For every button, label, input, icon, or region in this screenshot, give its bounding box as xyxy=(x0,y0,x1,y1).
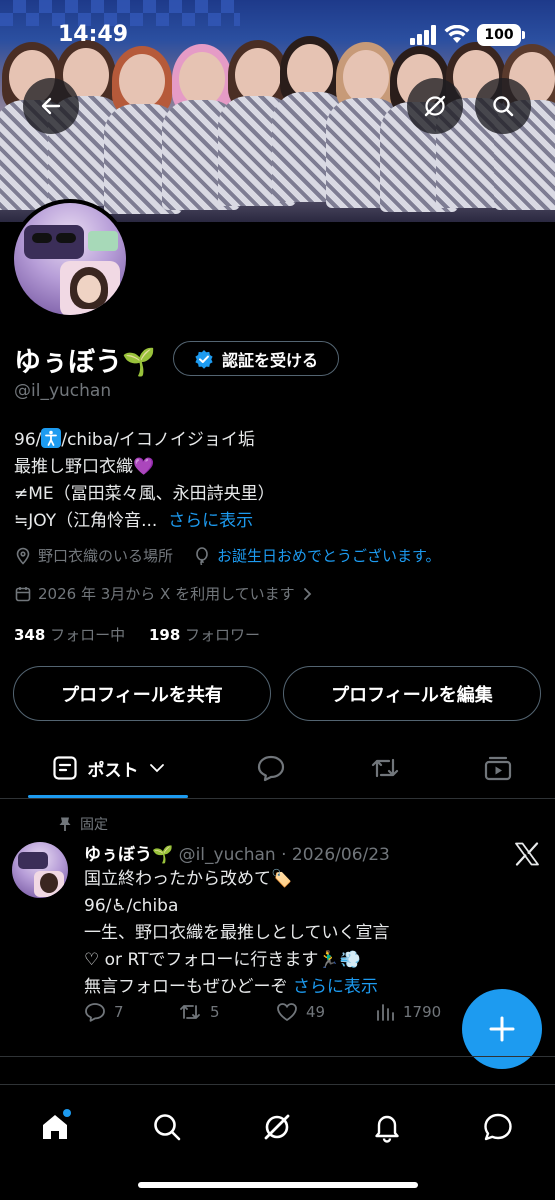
bio-line: ≠ME（冨田菜々風、永田詩央里） xyxy=(14,484,275,504)
chat-bubble-icon xyxy=(484,1113,512,1141)
grok-button[interactable] xyxy=(407,78,463,134)
bio-line: ≒JOY（江角怜音... さらに表示 xyxy=(14,511,254,531)
post-text: 国立終わったから改めて🏷️ 96/♿/chiba 一生、野口衣織を最推しとしてい… xyxy=(84,866,504,1001)
reply-icon xyxy=(85,1003,105,1022)
bell-icon xyxy=(375,1115,399,1143)
post-line: 一生、野口衣織を最推しとしていく宣言 xyxy=(84,923,390,943)
grok-icon xyxy=(264,1114,290,1140)
calendar-icon xyxy=(15,586,31,601)
post-line: 国立終わったから改めて🏷️ xyxy=(84,869,293,889)
media-icon xyxy=(484,756,512,781)
status-bar: 14:49 100 xyxy=(0,0,555,70)
nav-home[interactable] xyxy=(27,1099,83,1155)
accessibility-icon xyxy=(41,428,62,448)
wifi-icon xyxy=(444,25,470,43)
battery-indicator: 100 xyxy=(477,24,525,46)
reply-bubble-icon xyxy=(257,755,285,782)
nav-grok[interactable] xyxy=(249,1099,305,1155)
tab-posts-label: ポスト xyxy=(87,760,139,781)
pinned-indicator: 固定 xyxy=(58,814,108,834)
profile-location: 野口衣織のいる場所 xyxy=(38,547,174,565)
verified-badge-icon xyxy=(195,349,213,369)
location-pin-icon xyxy=(16,547,30,565)
repost-icon xyxy=(371,758,399,778)
x-logo-icon[interactable] xyxy=(514,842,540,866)
bio-line: 最推し野口衣織💜 xyxy=(14,457,155,477)
profile-tabs: ポスト xyxy=(0,740,555,798)
home-indicator xyxy=(138,1182,418,1188)
chevron-right-icon xyxy=(303,587,311,600)
nav-notifications[interactable] xyxy=(359,1099,415,1155)
tab-posts[interactable]: ポスト xyxy=(28,740,188,796)
post-line: 96/♿/chiba xyxy=(84,896,179,916)
reply-count: 7 xyxy=(114,1003,124,1021)
tabs-divider xyxy=(0,798,555,799)
profile-avatar[interactable] xyxy=(10,199,130,319)
following-link[interactable]: 348 フォロー中 xyxy=(14,626,125,644)
post-author-avatar[interactable] xyxy=(12,842,68,898)
post-header: ゆぅぼう🌱 @il_yuchan · 2026/06/23 xyxy=(84,840,390,865)
nav-search[interactable] xyxy=(139,1099,195,1155)
back-button[interactable] xyxy=(23,78,79,134)
post-actions: 7 5 49 1790 xyxy=(84,1002,464,1030)
reply-button[interactable]: 7 xyxy=(84,1002,124,1022)
balloon-icon xyxy=(196,546,208,565)
tab-replies[interactable] xyxy=(243,740,299,796)
search-icon xyxy=(154,1114,181,1141)
search-icon xyxy=(493,96,514,117)
compose-post-button[interactable] xyxy=(462,989,542,1069)
profile-birthday[interactable]: お誕生日おめでとうございます。 xyxy=(217,545,441,566)
avatar-image xyxy=(14,203,126,315)
profile-bio: 96//chiba/イコノイジョイ垢 最推し野口衣織💜 ≠ME（冨田菜々風、永田… xyxy=(14,427,534,535)
post-author-name[interactable]: ゆぅぼう🌱 xyxy=(84,845,173,865)
status-time: 14:49 xyxy=(58,22,129,47)
post-show-more-link[interactable]: さらに表示 xyxy=(293,977,378,997)
like-button[interactable]: 49 xyxy=(276,1002,325,1022)
heart-icon xyxy=(277,1003,297,1021)
like-count: 49 xyxy=(306,1003,326,1021)
post-handle-date: @il_yuchan · 2026/06/23 xyxy=(178,845,390,865)
post-line: 無言フォローもぜひどーぞ さらに表示 xyxy=(84,977,378,997)
view-count: 1790 xyxy=(403,1003,442,1021)
chevron-down-icon xyxy=(149,764,164,773)
views-button[interactable]: 1790 xyxy=(375,1002,441,1022)
pin-icon xyxy=(59,817,71,831)
post-line: ♡ or RTでフォローに行きます🏃‍♂️💨 xyxy=(84,950,361,970)
analytics-icon xyxy=(377,1004,394,1021)
follow-counts: 348 フォロー中 198 フォロワー xyxy=(14,624,260,645)
bio-line: 96//chiba/イコノイジョイ垢 xyxy=(14,428,255,450)
tab-reposts[interactable] xyxy=(357,740,413,796)
search-button[interactable] xyxy=(475,78,531,134)
post-divider xyxy=(0,1056,555,1057)
plus-icon xyxy=(489,1016,515,1042)
grok-icon xyxy=(424,95,446,117)
get-verified-button[interactable]: 認証を受ける xyxy=(173,341,339,376)
edit-profile-button[interactable]: プロフィールを編集 xyxy=(283,666,541,721)
followers-link[interactable]: 198 フォロワー xyxy=(149,626,260,644)
repost-icon xyxy=(180,1005,200,1019)
share-profile-button[interactable]: プロフィールを共有 xyxy=(13,666,271,721)
bio-show-more-link[interactable]: さらに表示 xyxy=(168,511,253,531)
cellular-signal-icon xyxy=(410,25,436,45)
notification-dot xyxy=(63,1109,71,1117)
pinned-label: 固定 xyxy=(80,817,108,833)
profile-display-name: ゆぅぼう🌱 xyxy=(14,347,156,378)
profile-meta-row: 野口衣織のいる場所 お誕生日おめでとうございます。 xyxy=(14,545,441,566)
profile-joined-row[interactable]: 2026 年 3月から X を利用しています xyxy=(14,583,313,604)
repost-button[interactable]: 5 xyxy=(178,1002,220,1022)
profile-handle: @il_yuchan xyxy=(14,381,112,401)
repost-count: 5 xyxy=(210,1003,220,1021)
profile-joined-date: 2026 年 3月から X を利用しています xyxy=(38,585,295,603)
arrow-left-icon xyxy=(41,97,61,115)
get-verified-label: 認証を受ける xyxy=(221,350,318,370)
nav-messages[interactable] xyxy=(470,1099,526,1155)
posts-tab-icon xyxy=(52,756,77,780)
tab-media[interactable] xyxy=(470,740,526,796)
